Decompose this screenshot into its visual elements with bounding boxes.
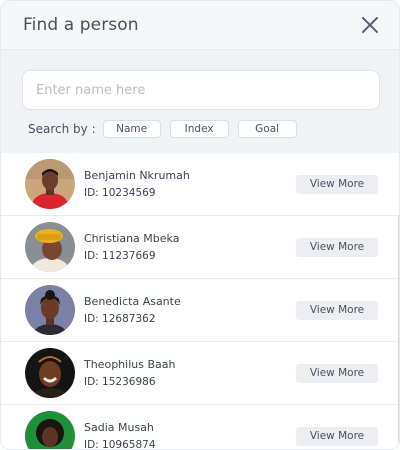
search-by-filters: Search by : Name Index Goal (22, 120, 378, 138)
dialog-header: Find a person (1, 1, 399, 50)
search-input[interactable] (22, 70, 380, 110)
person-id: ID: 10234569 (84, 187, 156, 199)
people-list: Benjamin Nkrumah ID: 10234569 View More … (1, 153, 399, 450)
avatar (25, 285, 75, 335)
person-name: Benjamin Nkrumah (84, 169, 190, 182)
avatar (25, 159, 75, 209)
view-more-button[interactable]: View More (296, 174, 378, 194)
list-item: Christiana Mbeka ID: 11237669 View More (1, 216, 399, 279)
person-id: ID: 12687362 (84, 313, 156, 325)
dialog-title: Find a person (23, 15, 139, 35)
avatar (25, 348, 75, 398)
person-info: Sadia Musah ID: 10965874 (84, 421, 296, 450)
filter-goal-button[interactable]: Goal (237, 120, 297, 138)
list-item: Benedicta Asante ID: 12687362 View More (1, 279, 399, 342)
person-id: ID: 11237669 (84, 250, 156, 262)
person-info: Benedicta Asante ID: 12687362 (84, 295, 296, 325)
view-more-button[interactable]: View More (296, 237, 378, 257)
person-info: Theophilus Baah ID: 15236986 (84, 358, 296, 388)
list-item: Benjamin Nkrumah ID: 10234569 View More (1, 153, 399, 216)
close-icon[interactable] (361, 16, 379, 34)
search-panel: Search by : Name Index Goal (1, 50, 399, 153)
person-name: Christiana Mbeka (84, 232, 180, 245)
avatar (25, 411, 75, 449)
person-name: Benedicta Asante (84, 295, 181, 308)
view-more-button[interactable]: View More (296, 300, 378, 320)
person-info: Benjamin Nkrumah ID: 10234569 (84, 169, 296, 199)
filter-index-button[interactable]: Index (169, 120, 229, 138)
person-name: Sadia Musah (84, 421, 154, 434)
person-name: Theophilus Baah (84, 358, 176, 371)
find-person-dialog: Find a person Search by : Name Index Goa… (0, 0, 400, 450)
view-more-button[interactable]: View More (296, 363, 378, 383)
person-info: Christiana Mbeka ID: 11237669 (84, 232, 296, 262)
list-item: Theophilus Baah ID: 15236986 View More (1, 342, 399, 405)
search-by-label: Search by : (28, 122, 96, 136)
view-more-button[interactable]: View More (296, 426, 378, 446)
avatar (25, 222, 75, 272)
person-id: ID: 15236986 (84, 376, 156, 388)
list-item: Sadia Musah ID: 10965874 View More (1, 405, 399, 450)
filter-name-button[interactable]: Name (102, 120, 161, 138)
scrollbar[interactable] (398, 216, 399, 449)
person-id: ID: 10965874 (84, 439, 156, 450)
